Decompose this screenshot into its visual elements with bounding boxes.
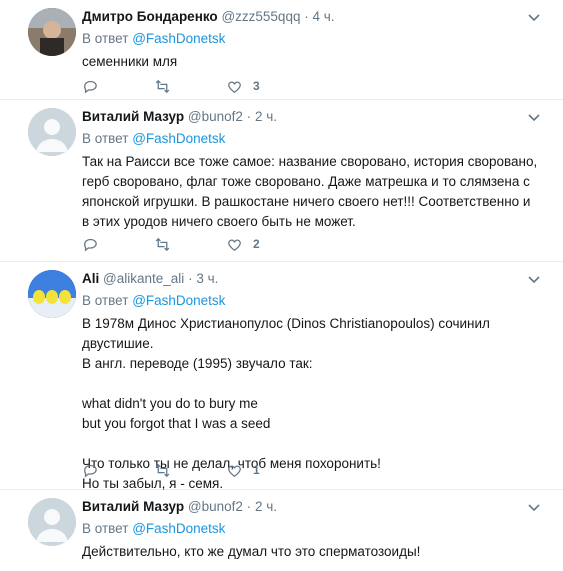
- tweet-text: Так на Раисси все тоже самое: название с…: [82, 154, 538, 229]
- author-handle[interactable]: @bunof2: [188, 499, 243, 514]
- separator: ·: [246, 109, 252, 124]
- author-handle[interactable]: @zzz555qqq: [221, 9, 300, 24]
- avatar[interactable]: [28, 270, 76, 318]
- separator: ·: [188, 271, 193, 286]
- reply-context: В ответ @FashDonetsk: [82, 292, 539, 310]
- author-name[interactable]: Виталий Мазур: [82, 109, 184, 124]
- chevron-down-icon[interactable]: [527, 272, 541, 286]
- author-name[interactable]: Дмитро Бондаренко: [82, 9, 218, 24]
- reply-button[interactable]: [82, 462, 154, 479]
- avatar-photo-icon: [28, 8, 76, 56]
- tweet[interactable]: Дмитро Бондаренко @zzz555qqq · 4 ч. В от…: [0, 0, 563, 100]
- reply-mention-link[interactable]: @FashDonetsk: [132, 131, 225, 146]
- tweet-text: семенники мля: [82, 54, 178, 69]
- chevron-down-icon[interactable]: [527, 10, 541, 24]
- tweet-actions: 3: [82, 76, 298, 96]
- like-count: 3: [253, 79, 260, 93]
- retweet-button[interactable]: [154, 236, 226, 253]
- retweet-button[interactable]: [154, 462, 226, 479]
- separator: ·: [304, 9, 309, 24]
- reply-button[interactable]: [82, 78, 154, 95]
- retweet-button[interactable]: [154, 78, 226, 95]
- avatar[interactable]: [28, 498, 76, 546]
- retweet-icon: [155, 237, 170, 251]
- like-button[interactable]: 2: [226, 236, 298, 253]
- avatar[interactable]: [28, 108, 76, 156]
- tweet-actions: 1: [82, 460, 298, 480]
- chevron-down-icon[interactable]: [527, 500, 541, 514]
- separator: ·: [246, 499, 252, 514]
- author-name[interactable]: Виталий Мазур: [82, 499, 184, 514]
- like-count: 2: [253, 237, 260, 251]
- heart-icon: [228, 239, 241, 251]
- like-button[interactable]: 1: [226, 462, 298, 479]
- reply-icon: [84, 80, 97, 93]
- default-avatar-icon: [28, 108, 76, 156]
- retweet-icon: [155, 79, 170, 93]
- reply-feed: Дмитро Бондаренко @zzz555qqq · 4 ч. В от…: [0, 0, 563, 571]
- reply-mention-link[interactable]: @FashDonetsk: [132, 31, 225, 46]
- chevron-down-icon[interactable]: [527, 110, 541, 124]
- reply-prefix: В ответ: [82, 521, 129, 536]
- timestamp[interactable]: 3 ч.: [196, 271, 218, 286]
- reply-prefix: В ответ: [82, 31, 129, 46]
- like-button[interactable]: 3: [226, 78, 298, 95]
- tweet-text: Действительно, кто же думал что это спер…: [82, 544, 421, 559]
- reply-button[interactable]: [82, 236, 154, 253]
- tweet[interactable]: Ali @alikante_ali · 3 ч. В ответ @FashDo…: [0, 262, 563, 491]
- avatar-lemons-icon: [28, 270, 76, 318]
- like-count: 1: [253, 463, 260, 477]
- reply-mention-link[interactable]: @FashDonetsk: [132, 521, 225, 536]
- reply-context: В ответ @FashDonetsk: [82, 520, 539, 538]
- reply-mention-link[interactable]: @FashDonetsk: [132, 293, 225, 308]
- tweet-actions: 2: [82, 234, 298, 254]
- avatar[interactable]: [28, 8, 76, 56]
- author-name[interactable]: Ali: [82, 271, 99, 286]
- reply-context: В ответ @FashDonetsk: [82, 30, 539, 48]
- reply-context: В ответ @FashDonetsk: [82, 130, 539, 148]
- default-avatar-icon: [28, 498, 76, 546]
- retweet-icon: [155, 463, 170, 477]
- tweet[interactable]: Виталий Мазур @bunof2 · 2 ч. В ответ @Fa…: [0, 100, 563, 262]
- reply-prefix: В ответ: [82, 131, 129, 146]
- timestamp[interactable]: 4 ч.: [313, 9, 335, 24]
- tweet[interactable]: Виталий Мазур @bunof2 · 2 ч. В ответ @Fa…: [0, 490, 563, 571]
- reply-icon: [84, 464, 97, 477]
- reply-icon: [84, 238, 97, 251]
- timestamp[interactable]: 2 ч.: [255, 499, 277, 514]
- heart-icon: [228, 465, 241, 477]
- reply-prefix: В ответ: [82, 293, 129, 308]
- author-handle[interactable]: @bunof2: [188, 109, 243, 124]
- heart-icon: [228, 81, 241, 93]
- timestamp[interactable]: 2 ч.: [255, 109, 277, 124]
- author-handle[interactable]: @alikante_ali: [103, 271, 184, 286]
